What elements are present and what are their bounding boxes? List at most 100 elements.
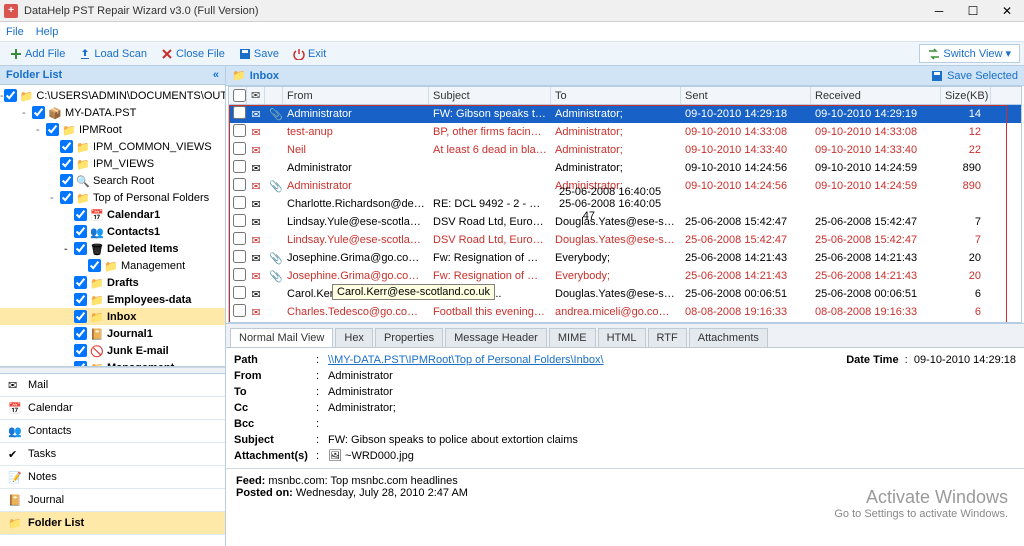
save-selected-button[interactable]: Save Selected	[931, 70, 1018, 82]
tab-mime[interactable]: MIME	[549, 328, 596, 347]
folder-tree[interactable]: -📁C:\USERS\ADMIN\DOCUMENTS\OUTLOOK F-📦MY…	[0, 85, 225, 367]
col-checkbox[interactable]	[229, 87, 247, 104]
close-button[interactable]: ✕	[990, 0, 1024, 22]
folder-icon: 📁	[104, 260, 118, 272]
tree-item[interactable]: -📁C:\USERS\ADMIN\DOCUMENTS\OUTLOOK F	[0, 87, 225, 104]
nav-mail[interactable]: ✉Mail	[0, 374, 225, 397]
nav-icon: ✉	[8, 379, 22, 391]
save-button[interactable]: Save	[233, 46, 285, 62]
col-to[interactable]: To	[551, 87, 681, 104]
mail-row[interactable]: ✉Charles.Tedesco@go.com.mtFootball this …	[229, 303, 1021, 321]
tree-item[interactable]: 📁Inbox	[0, 308, 225, 325]
tree-item[interactable]: 🚫Junk E-mail	[0, 342, 225, 359]
col-from[interactable]: From	[283, 87, 429, 104]
switchview-button[interactable]: Switch View ▾	[919, 44, 1020, 63]
tree-item[interactable]: 📁IPM_VIEWS	[0, 155, 225, 172]
envelope-icon: ✉	[247, 270, 265, 283]
closefile-button[interactable]: Close File	[155, 46, 231, 62]
trash-icon: 🗑	[90, 243, 104, 255]
menu-help[interactable]: Help	[36, 26, 59, 38]
detail-tabs: Normal Mail ViewHexPropertiesMessage Hea…	[226, 323, 1024, 347]
nav-calendar[interactable]: 📅Calendar	[0, 397, 225, 420]
nav-notes[interactable]: 📝Notes	[0, 466, 225, 489]
upload-icon	[79, 48, 91, 60]
tooltip: Carol.Kerr@ese-scotland.co.uk	[332, 284, 495, 300]
switch-icon	[928, 48, 940, 60]
col-attachment[interactable]	[265, 87, 283, 104]
right-panel: 📁 Inbox Save Selected ✉ From Subject To …	[226, 66, 1024, 546]
nav-icon: 📔	[8, 494, 22, 506]
tree-item[interactable]: 👥Contacts1	[0, 223, 225, 240]
col-size[interactable]: Size(KB)	[941, 87, 991, 104]
minimize-button[interactable]: ─	[922, 0, 956, 22]
tree-item[interactable]: 📅Calendar1	[0, 206, 225, 223]
col-subject[interactable]: Subject	[429, 87, 551, 104]
envelope-icon: ✉	[247, 252, 265, 265]
attach-icon: 📎	[265, 108, 283, 121]
envelope-icon: ✉	[247, 306, 265, 319]
tree-item[interactable]: -📁IPMRoot	[0, 121, 225, 138]
tree-item[interactable]: -📁Top of Personal Folders	[0, 189, 225, 206]
nav-journal[interactable]: 📔Journal	[0, 489, 225, 512]
nav-icon: 📁	[8, 517, 22, 529]
tab-properties[interactable]: Properties	[375, 328, 443, 347]
tab-hex[interactable]: Hex	[335, 328, 373, 347]
nav-icon: ✔	[8, 448, 22, 460]
exit-button[interactable]: Exit	[287, 46, 332, 62]
nav-tasks[interactable]: ✔Tasks	[0, 443, 225, 466]
attach-icon: 📎	[265, 270, 283, 283]
nav-folder-list[interactable]: 📁Folder List	[0, 512, 225, 535]
tree-item[interactable]: 📁Employees-data	[0, 291, 225, 308]
nav-icon: 📅	[8, 402, 22, 414]
col-received[interactable]: Received	[811, 87, 941, 104]
mail-row[interactable]: ✉Charlotte.Richardson@dexio...RE: DCL 94…	[229, 195, 1021, 213]
tab-message-header[interactable]: Message Header	[445, 328, 547, 347]
grid-header: ✉ From Subject To Sent Received Size(KB)	[229, 87, 1021, 105]
tab-attachments[interactable]: Attachments	[689, 328, 768, 347]
tree-item[interactable]: 📔Journal1	[0, 325, 225, 342]
tab-normal-mail-view[interactable]: Normal Mail View	[230, 328, 333, 347]
tab-html[interactable]: HTML	[598, 328, 646, 347]
loadscan-button[interactable]: Load Scan	[73, 46, 153, 62]
mail-row[interactable]: ✉Nigel.Chetcuti@go.com.mtRE: Football ne…	[229, 321, 1021, 322]
attach-icon: 📎	[265, 180, 283, 193]
mail-row[interactable]: ✉NeilAt least 6 dead in blast at Ch...Ad…	[229, 141, 1021, 159]
tree-item[interactable]: 📁Management	[0, 257, 225, 274]
search-icon: 🔍	[76, 175, 90, 187]
envelope-icon: ✉	[247, 180, 265, 193]
addfile-button[interactable]: Add File	[4, 46, 71, 62]
tree-item[interactable]: 📁IPM_COMMON_VIEWS	[0, 138, 225, 155]
pst-icon: 📦	[48, 107, 62, 119]
tree-item[interactable]: 🔍Search Root	[0, 172, 225, 189]
nav-contacts[interactable]: 👥Contacts	[0, 420, 225, 443]
mail-row[interactable]: ✉📎Josephine.Grima@go.com.mtFw: Resignati…	[229, 267, 1021, 285]
folder-icon: 📁	[20, 90, 34, 102]
tab-rtf[interactable]: RTF	[648, 328, 687, 347]
mail-row[interactable]: ✉AdministratorAdministrator;09-10-2010 1…	[229, 159, 1021, 177]
collapse-icon[interactable]: «	[213, 69, 219, 81]
folderlist-header: Folder List «	[0, 66, 225, 85]
tree-item[interactable]: -📦MY-DATA.PST	[0, 104, 225, 121]
close-icon	[161, 48, 173, 60]
grid-body[interactable]: Carol.Kerr@ese-scotland.co.uk ✉📎Administ…	[229, 105, 1021, 322]
mail-row[interactable]: ✉Lindsay.Yule@ese-scotland.c...DSV Road …	[229, 213, 1021, 231]
path-link[interactable]: \\MY-DATA.PST\IPMRoot\Top of Personal Fo…	[328, 352, 604, 368]
left-panel: Folder List « -📁C:\USERS\ADMIN\DOCUMENTS…	[0, 66, 226, 546]
maximize-button[interactable]: ☐	[956, 0, 990, 22]
col-envelope[interactable]: ✉	[247, 87, 265, 104]
toolbar: Add File Load Scan Close File Save Exit …	[0, 42, 1024, 66]
plus-icon	[10, 48, 22, 60]
mail-row[interactable]: ✉📎Josephine.Grima@go.com.mtFw: Resignati…	[229, 249, 1021, 267]
mail-row[interactable]: ✉Lindsay.Yule@ese-scotland.c...DSV Road …	[229, 231, 1021, 249]
menubar: File Help	[0, 22, 1024, 42]
folder-icon: 📁	[90, 277, 104, 289]
mail-row[interactable]: ✉test-anupBP, other firms facing 300 la.…	[229, 123, 1021, 141]
tree-item[interactable]: -🗑Deleted Items	[0, 240, 225, 257]
mail-row[interactable]: ✉📎AdministratorFW: Gibson speaks to poli…	[229, 105, 1021, 123]
col-sent[interactable]: Sent	[681, 87, 811, 104]
tree-item[interactable]: 📁Drafts	[0, 274, 225, 291]
menu-file[interactable]: File	[6, 26, 24, 38]
junk-icon: 🚫	[90, 345, 104, 357]
titlebar: + DataHelp PST Repair Wizard v3.0 (Full …	[0, 0, 1024, 22]
tree-item[interactable]: 📁Management	[0, 359, 225, 367]
